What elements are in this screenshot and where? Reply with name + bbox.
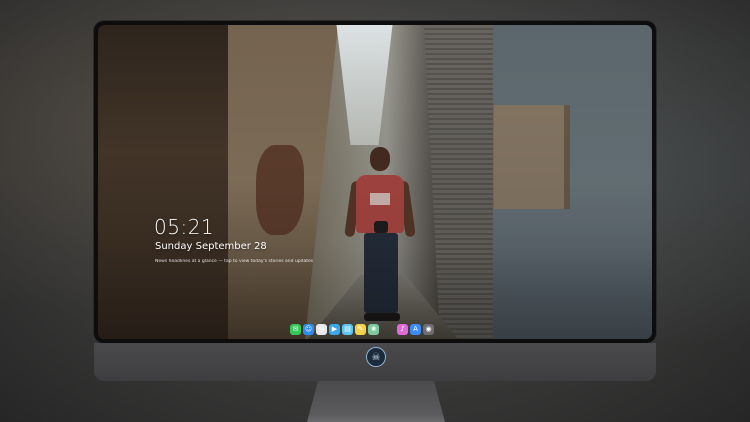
camera-icon: ◉: [425, 324, 432, 333]
safari-icon: ◎: [318, 324, 325, 333]
lock-clock: 05:21: [154, 215, 215, 239]
appstore-icon: A: [413, 324, 418, 333]
dock-camera[interactable]: ◉: [423, 323, 434, 335]
dock-music[interactable]: ♪: [397, 323, 408, 335]
monitor-logo-icon: ☠: [366, 347, 386, 367]
finder-icon: ☺: [304, 324, 313, 333]
lock-news-line[interactable]: News headlines at a glance — tap to view…: [155, 259, 325, 264]
dock: ✉ ☺ ◎ ▶ ▤ ✎ ❀ ♪ A ◉: [290, 322, 466, 336]
monitor: 05:21 Sunday September 28 News headlines…: [94, 21, 656, 381]
dock-separator: [381, 324, 395, 335]
dock-files[interactable]: ▤: [342, 323, 353, 335]
dock-safari[interactable]: ◎: [316, 323, 327, 335]
dock-videos[interactable]: ▶: [329, 323, 340, 335]
dock-messages[interactable]: ✉: [290, 323, 301, 335]
lock-date: Sunday September 28: [155, 241, 267, 252]
notes-icon: ✎: [357, 324, 364, 333]
messages-icon: ✉: [292, 324, 299, 333]
lock-screen[interactable]: 05:21 Sunday September 28 News headlines…: [98, 25, 652, 339]
music-icon: ♪: [400, 324, 405, 333]
videos-icon: ▶: [331, 324, 338, 333]
dock-finder[interactable]: ☺: [303, 323, 314, 335]
dock-appstore[interactable]: A: [410, 323, 421, 335]
dock-notes[interactable]: ✎: [355, 323, 366, 335]
monitor-stand: [307, 381, 445, 422]
dock-photos[interactable]: ❀: [368, 323, 379, 335]
files-icon: ▤: [344, 324, 351, 333]
monitor-bezel: 05:21 Sunday September 28 News headlines…: [94, 21, 656, 343]
wallpaper-vignette: [98, 25, 652, 339]
photos-icon: ❀: [370, 324, 377, 333]
